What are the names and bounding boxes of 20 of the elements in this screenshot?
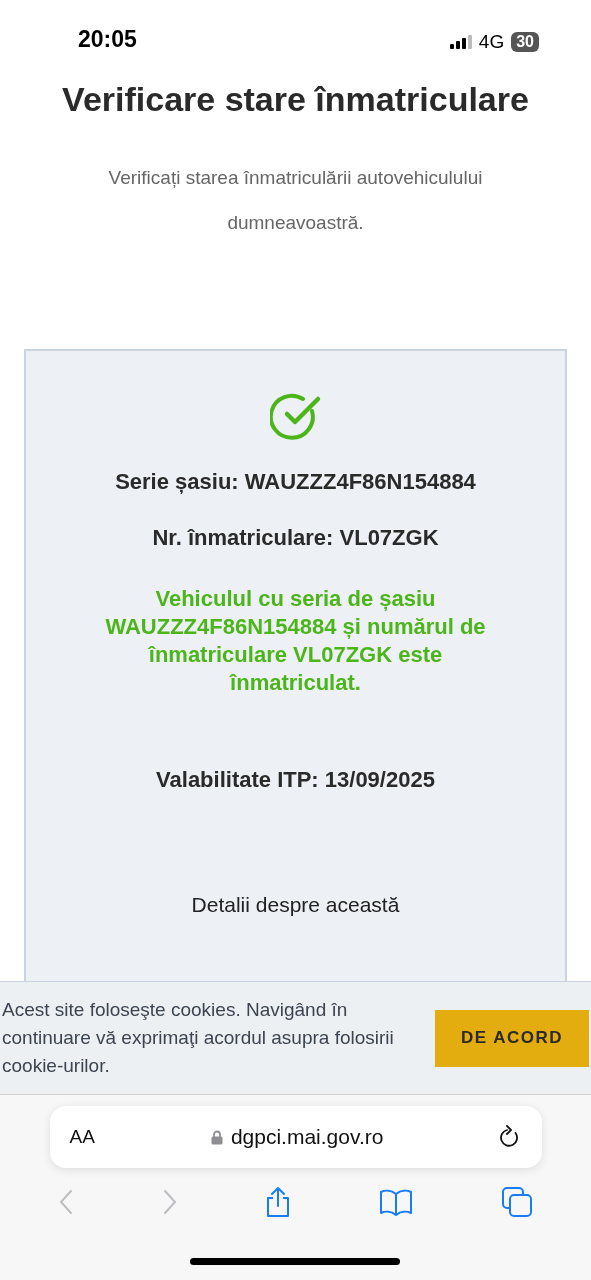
- details-heading: Detalii despre această: [191, 893, 400, 917]
- share-icon[interactable]: [265, 1186, 292, 1218]
- cookie-notice: Acest site foloseşte cookies. Navigând în continuare vă exprimaţi acordul asupra folosirii cookie-urilor.: [2, 998, 395, 1078]
- lock-icon: [210, 1129, 223, 1145]
- tabs-icon[interactable]: [501, 1186, 534, 1218]
- signal-icon: [449, 35, 472, 49]
- page-subtitle: Verificați starea înmatriculării autovehiculului dumneavoastră.: [107, 166, 484, 235]
- chassis-number: Serie șasiu: WAUZZZ4F86N154884: [115, 469, 476, 495]
- address-bar[interactable]: AA dgpci.mai.gov.ro: [49, 1106, 542, 1168]
- battery-indicator: 30: [511, 32, 539, 52]
- bookmarks-icon[interactable]: [379, 1188, 414, 1216]
- agree-button[interactable]: DE ACORD: [435, 1009, 589, 1067]
- url-text: dgpci.mai.gov.ro: [230, 1125, 384, 1149]
- plate-number: Nr. înmatriculare: VL07ZGK: [152, 525, 439, 551]
- page-title: Verificare stare înmatriculare: [61, 80, 530, 119]
- status-time: 20:05: [78, 26, 137, 53]
- text-size-button[interactable]: AA: [69, 1126, 95, 1148]
- network-label: 4G: [478, 31, 505, 53]
- result-message: Vehiculul cu seria de șasiu WAUZZZ4F86N154884 și numărul de înmatriculare VL07ZGK este înmatriculat.: [104, 585, 487, 697]
- itp-validity: Valabilitate ITP: 13/09/2025: [156, 767, 435, 793]
